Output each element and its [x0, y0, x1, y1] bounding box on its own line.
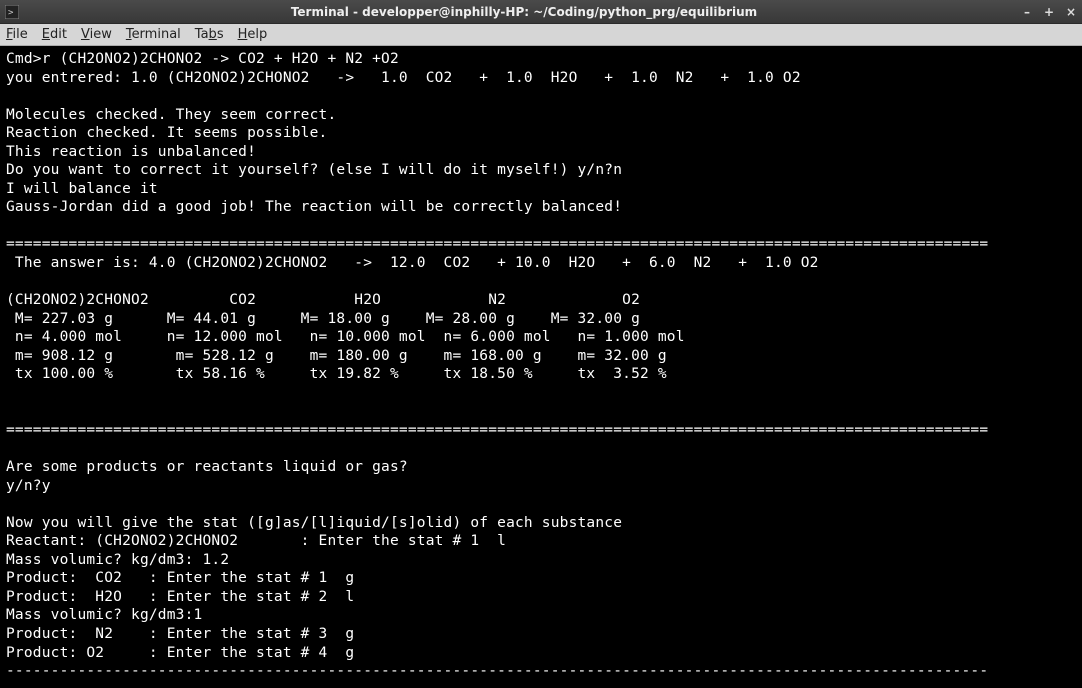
window-titlebar: > Terminal - developper@inphilly-HP: ~/C…	[0, 0, 1082, 24]
menu-help[interactable]: Help	[238, 27, 268, 42]
close-button[interactable]: ×	[1064, 5, 1078, 19]
minimize-button[interactable]: –	[1020, 5, 1034, 19]
window-title: Terminal - developper@inphilly-HP: ~/Cod…	[28, 5, 1020, 19]
menubar: File Edit View Terminal Tabs Help	[0, 24, 1082, 46]
menu-view[interactable]: View	[81, 27, 112, 42]
window-buttons: – + ×	[1020, 5, 1078, 19]
menu-file[interactable]: File	[6, 27, 28, 42]
maximize-button[interactable]: +	[1042, 5, 1056, 19]
svg-text:>: >	[8, 8, 14, 18]
menu-terminal[interactable]: Terminal	[126, 27, 181, 42]
app-icon: >	[4, 4, 20, 20]
menu-edit[interactable]: Edit	[42, 27, 67, 42]
menu-tabs[interactable]: Tabs	[195, 27, 224, 42]
terminal-output[interactable]: Cmd>r (CH2ONO2)2CHONO2 -> CO2 + H2O + N2…	[0, 46, 1082, 688]
